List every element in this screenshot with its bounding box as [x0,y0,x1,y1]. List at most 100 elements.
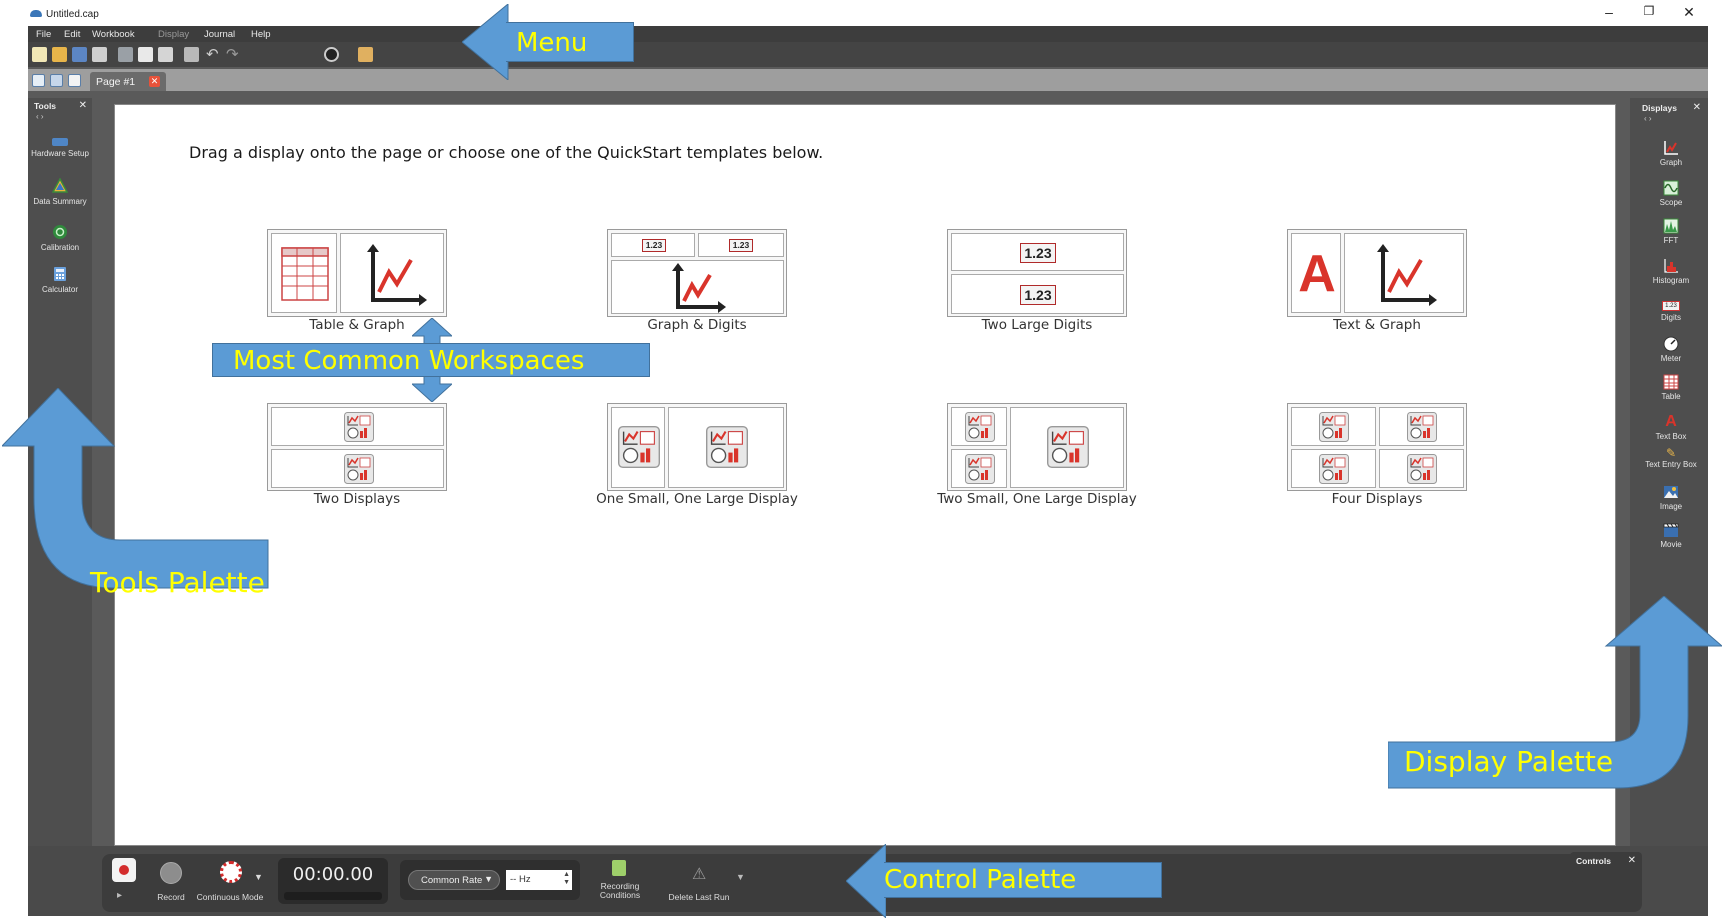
controls-palette-close-icon[interactable]: ✕ [1628,855,1636,866]
paste-icon[interactable] [158,47,173,62]
template-text-and-graph[interactable]: A [1287,229,1467,317]
copy-page-icon[interactable] [138,47,153,62]
tool-calibration[interactable]: Calibration [28,224,92,252]
displays-palette-grip[interactable]: ‹ › [1636,114,1706,124]
graph-icon [1664,141,1678,155]
camera-icon[interactable] [324,47,339,62]
rate-hz-field[interactable]: -- Hz ▲ ▼ [506,870,572,890]
tool-hardware-setup[interactable]: Hardware Setup [28,134,92,158]
display-digits[interactable]: 1.23 Digits [1636,298,1706,322]
toolbar: ↶ ↷ [28,42,1708,67]
print-icon[interactable] [92,47,107,62]
record-mode-toggle[interactable] [112,858,136,882]
display-image[interactable]: Image [1636,484,1706,511]
display-text-entry-box[interactable]: ✎ Text Entry Box [1636,446,1706,469]
record-dot-icon [119,865,129,875]
menu-display[interactable]: Display [158,29,189,40]
page-settings-icon[interactable] [50,74,63,87]
tools-palette-title: Tools [34,101,57,111]
template-two-small-one-large-label: Two Small, One Large Display [937,491,1137,507]
display-meter[interactable]: Meter [1636,336,1706,363]
most-common-workspaces-callout: Most Common Workspaces [212,343,650,377]
undo-icon[interactable]: ↶ [206,47,221,62]
template-two-displays[interactable] [267,403,447,491]
display-scope[interactable]: Scope [1636,180,1706,207]
template-table-and-graph[interactable] [267,229,447,317]
rate-stepper-icon[interactable]: ▲ ▼ [563,871,570,887]
recording-conditions-icon[interactable] [612,860,626,876]
close-window-button[interactable]: ✕ [1674,4,1704,21]
page-notes-icon[interactable] [68,74,81,87]
tools-palette-grip[interactable]: ‹ › [28,112,92,122]
journal-icon[interactable] [358,47,373,62]
display-table[interactable]: Table [1636,374,1706,401]
controls-palette-header: Controls ✕ [1570,852,1642,882]
restore-button[interactable]: ❐ [1634,4,1664,18]
displays-palette-title: Displays [1642,103,1677,113]
common-rate-dropdown[interactable]: Common Rate ▼ [408,870,500,890]
menu-file[interactable]: File [36,29,51,40]
table-cell [271,233,337,313]
display-fft[interactable]: FFT [1636,218,1706,245]
template-two-large-digits[interactable]: 1.23 1.23 [947,229,1127,317]
template-two-small-one-large[interactable] [947,403,1127,491]
common-rate-caret-icon: ▼ [484,874,493,884]
delete-run-dropdown-icon[interactable]: ▼ [736,872,745,882]
menu-journal[interactable]: Journal [204,29,235,40]
delete-last-run-icon[interactable]: ⚠ [692,864,706,884]
display-histogram-label: Histogram [1652,276,1690,285]
close-tab-icon[interactable]: ✕ [149,76,160,87]
display-text-box[interactable]: A Text Box [1636,413,1706,442]
tools-wrench-icon[interactable] [118,47,133,62]
minimize-button[interactable]: – [1594,4,1624,20]
display-cell-1 [271,407,444,446]
playback-icon[interactable]: ▸ [117,890,122,901]
digits-cell-1: 1.23 [611,233,695,257]
tool-calculator[interactable]: Calculator [28,266,92,294]
continuous-mode-icon[interactable] [220,861,242,883]
display-graph[interactable]: Graph [1636,140,1706,167]
template-one-small-one-large[interactable] [607,403,787,491]
tools-palette-close-icon[interactable]: ✕ [79,100,87,111]
template-one-small-one-large-label: One Small, One Large Display [596,491,798,507]
delete-last-run-label[interactable]: Delete Last Run [662,892,736,902]
graph-icon [1377,244,1437,306]
digits-cell-2: 1.23 [698,233,784,257]
display-movie[interactable]: Movie [1636,522,1706,549]
tab-page-1[interactable]: Page #1 ✕ [90,72,166,91]
template-graph-and-digits[interactable]: 1.23 1.23 [607,229,787,317]
display-cell-3 [1291,449,1376,488]
displays-palette-close-icon[interactable]: ✕ [1693,102,1701,113]
display-fft-label: FFT [1663,236,1679,245]
text-entry-box-icon: ✎ [1665,446,1677,460]
menu-help[interactable]: Help [251,29,271,40]
delete-icon[interactable] [184,47,199,62]
tool-data-summary[interactable]: Data Summary [28,178,92,206]
display-meter-label: Meter [1660,354,1682,363]
text-cell: A [1291,233,1341,313]
display-scope-label: Scope [1659,198,1683,207]
redo-icon[interactable]: ↷ [226,47,241,62]
open-folder-icon[interactable] [52,47,67,62]
graph-cell [611,260,784,314]
timer-progress-bar [284,892,382,900]
template-table-and-graph-label: Table & Graph [309,317,405,333]
display-histogram[interactable]: Histogram [1636,258,1706,285]
large-digits-value-2: 1.23 [1020,285,1056,305]
text-box-icon: A [1665,413,1677,430]
new-file-icon[interactable] [32,47,47,62]
menu-edit[interactable]: Edit [64,29,80,40]
continuous-mode-dropdown-icon[interactable]: ▼ [254,872,263,882]
menu-callout-arrow [462,4,509,80]
menu-workbook[interactable]: Workbook [92,29,135,40]
page-view-icon[interactable] [32,74,45,87]
template-four-displays[interactable] [1287,403,1467,491]
large-display-cell [668,407,784,488]
save-icon[interactable] [72,47,87,62]
recording-conditions-label[interactable]: Recording Conditions [592,882,648,900]
timer-value: 00:00.00 [292,864,374,885]
display-cell-4 [1379,449,1464,488]
calibration-icon [53,225,67,239]
rate-hz-value: -- Hz [510,874,531,885]
record-button[interactable] [160,862,182,884]
